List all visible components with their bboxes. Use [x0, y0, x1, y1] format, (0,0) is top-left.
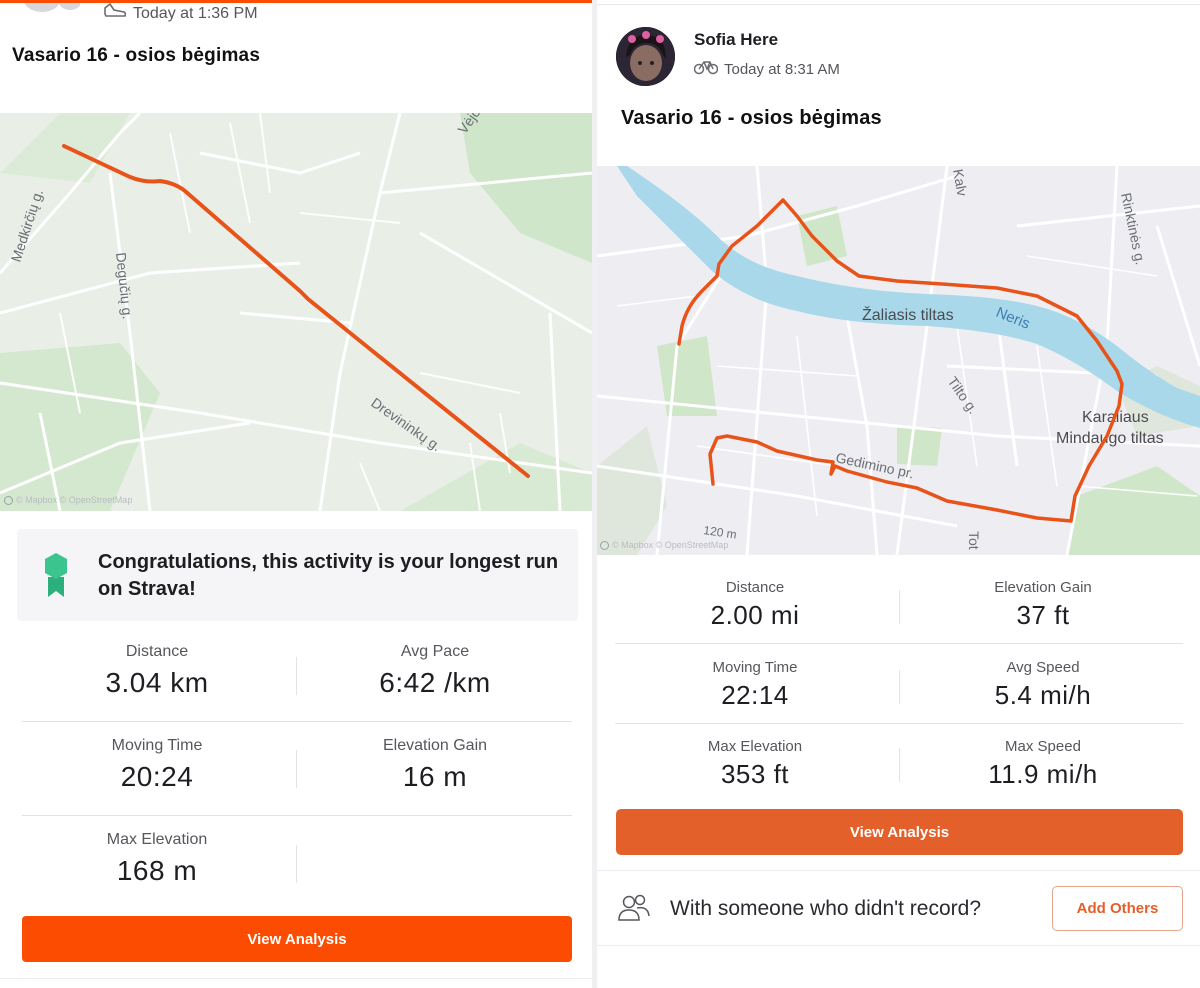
stat-elevation-gain: Elevation Gain 16 m: [300, 737, 570, 793]
stat-elevation-gain: Elevation Gain 37 ft: [903, 579, 1183, 631]
top-accent-bar: [0, 0, 592, 3]
left-timestamp: Today at 1:36 PM: [133, 4, 258, 22]
stat-value: 11.9 mi/h: [988, 759, 1098, 789]
right-map-attribution: © Mapbox © OpenStreetMap: [600, 540, 728, 550]
stat-value: 5.4 mi/h: [994, 680, 1092, 710]
card-bottom-divider: [0, 978, 592, 979]
sneaker-icon: [103, 2, 127, 25]
mapbox-logo-icon: [4, 495, 13, 505]
right-route-map[interactable]: Žaliasis tiltas Neris Tilto g. Karaliaus…: [597, 166, 1200, 555]
view-analysis-button[interactable]: View Analysis: [22, 916, 572, 962]
stat-max-speed: Max Speed 11.9 mi/h: [903, 738, 1183, 790]
congrats-text: Congratulations, this activity is your l…: [98, 551, 559, 600]
stat-divider: [899, 748, 900, 782]
add-others-button[interactable]: Add Others: [1052, 886, 1183, 931]
left-route-map[interactable]: Medkirčių g. Degučių g. Drevininkų g. Vė…: [0, 113, 592, 511]
stat-moving-time: Moving Time 20:24: [22, 737, 292, 793]
stat-divider: [296, 750, 297, 788]
stat-divider: [899, 590, 900, 624]
mapbox-logo-icon: [600, 540, 609, 550]
stat-label: Avg Pace: [400, 643, 470, 660]
stat-value: 6:42 /km: [379, 667, 491, 698]
left-activity-title[interactable]: Vasario 16 - osios bėgimas: [12, 45, 260, 67]
stat-row-divider: [615, 643, 1183, 644]
longest-run-banner: Congratulations, this activity is your l…: [17, 529, 578, 621]
stat-row-divider: [615, 723, 1183, 724]
label-tot: Tot: [966, 531, 982, 550]
stat-label: Moving Time: [712, 659, 798, 676]
stat-label: Max Elevation: [106, 831, 208, 848]
stat-divider: [296, 845, 297, 883]
medal-badge-icon: [43, 551, 69, 604]
bike-icon: [693, 59, 719, 79]
stat-label: Distance: [125, 643, 189, 660]
stat-label: Avg Speed: [1006, 659, 1080, 676]
stat-row-divider: [22, 721, 572, 722]
card-bottom-divider: [597, 945, 1200, 946]
stat-max-elevation: Max Elevation 353 ft: [615, 738, 895, 790]
left-map-attribution: © Mapbox © OpenStreetMap: [4, 495, 132, 505]
stat-moving-time: Moving Time 22:14: [615, 659, 895, 711]
stat-value: 3.04 km: [105, 667, 209, 698]
stat-label: Elevation Gain: [994, 579, 1092, 596]
stat-avg-speed: Avg Speed 5.4 mi/h: [903, 659, 1183, 711]
label-zaliasis-tiltas: Žaliasis tiltas: [862, 305, 954, 324]
stat-distance: Distance 3.04 km: [22, 643, 292, 699]
stat-value: 37 ft: [1016, 600, 1070, 630]
left-activity-card: Today at 1:36 PM Vasario 16 - osios bėgi…: [0, 0, 592, 988]
stat-label: Moving Time: [111, 737, 203, 754]
avatar[interactable]: [616, 27, 675, 86]
stat-value: 2.00 mi: [710, 600, 800, 630]
stat-value: 16 m: [402, 761, 468, 792]
left-timestamp-row: Today at 1:36 PM: [103, 2, 258, 25]
stat-avg-pace: Avg Pace 6:42 /km: [300, 643, 570, 699]
stat-value: 20:24: [120, 761, 194, 792]
stat-label: Distance: [725, 579, 785, 596]
athlete-name[interactable]: Sofia Here: [694, 30, 778, 50]
right-timestamp: Today at 8:31 AM: [724, 60, 840, 78]
right-timestamp-row: Today at 8:31 AM: [693, 59, 840, 79]
with-someone-text: With someone who didn't record?: [670, 897, 982, 920]
stat-divider: [899, 670, 900, 704]
stat-value: 22:14: [721, 680, 789, 710]
stat-label: Max Elevation: [707, 738, 803, 755]
people-icon: [617, 894, 651, 927]
card-top-border: [597, 4, 1200, 5]
stat-distance: Distance 2.00 mi: [615, 579, 895, 631]
stat-row-divider: [22, 815, 572, 816]
stat-value: 353 ft: [720, 759, 790, 789]
stat-divider: [296, 657, 297, 695]
stat-label: Max Speed: [1005, 738, 1081, 755]
section-divider: [597, 870, 1200, 871]
stat-value: 168 m: [116, 855, 198, 886]
right-activity-title[interactable]: Vasario 16 - osios bėgimas: [621, 107, 882, 130]
stat-label: Elevation Gain: [382, 737, 488, 754]
view-analysis-button[interactable]: View Analysis: [616, 809, 1183, 855]
stat-max-elevation: Max Elevation 168 m: [22, 831, 292, 887]
right-activity-card: Sofia Here Today at 8:31 AM Vasario 16 -…: [597, 0, 1200, 988]
